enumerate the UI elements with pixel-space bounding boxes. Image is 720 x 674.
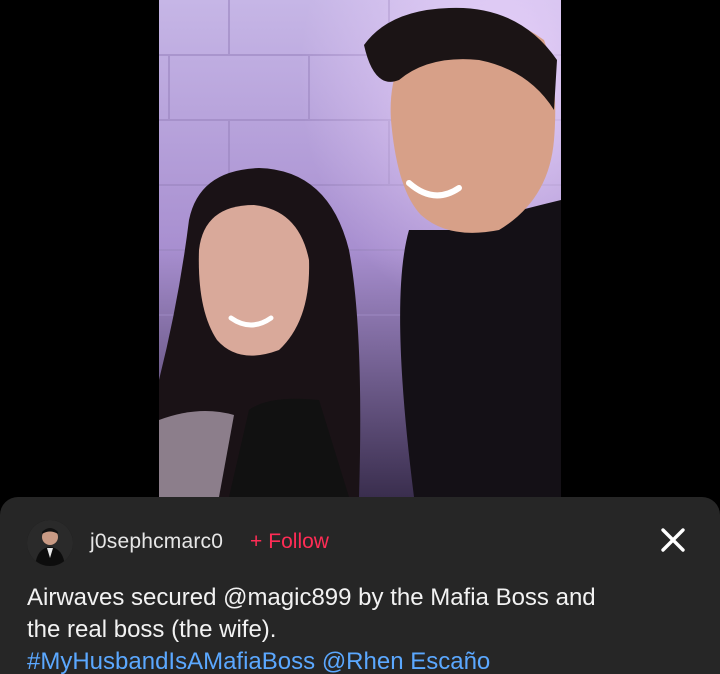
follow-label: Follow [268,530,329,553]
post-photo[interactable] [159,0,561,497]
mention-link[interactable]: @Rhen Escaño [322,648,490,674]
author-username[interactable]: j0sephcmarc0 [90,530,223,554]
photo-image [159,0,561,497]
follow-plus: + [250,530,263,553]
post-viewer: j0sephcmarc0 + Follow Airwaves secured @m… [0,0,720,674]
avatar-image [27,520,73,566]
caption-line-1: Airwaves secured @magic899 by the Mafia … [27,584,596,611]
caption-tags: #MyHusbandIsAMafiaBoss @Rhen Escaño [27,646,687,674]
close-button[interactable] [656,523,690,557]
avatar-icon[interactable] [27,520,73,566]
caption-line-2: the real boss (the wife). [27,616,277,643]
post-caption: Airwaves secured @magic899 by the Mafia … [27,582,687,674]
follow-button[interactable]: + Follow [250,530,329,554]
close-icon [661,528,685,552]
hashtag-link[interactable]: #MyHusbandIsAMafiaBoss [27,648,315,674]
